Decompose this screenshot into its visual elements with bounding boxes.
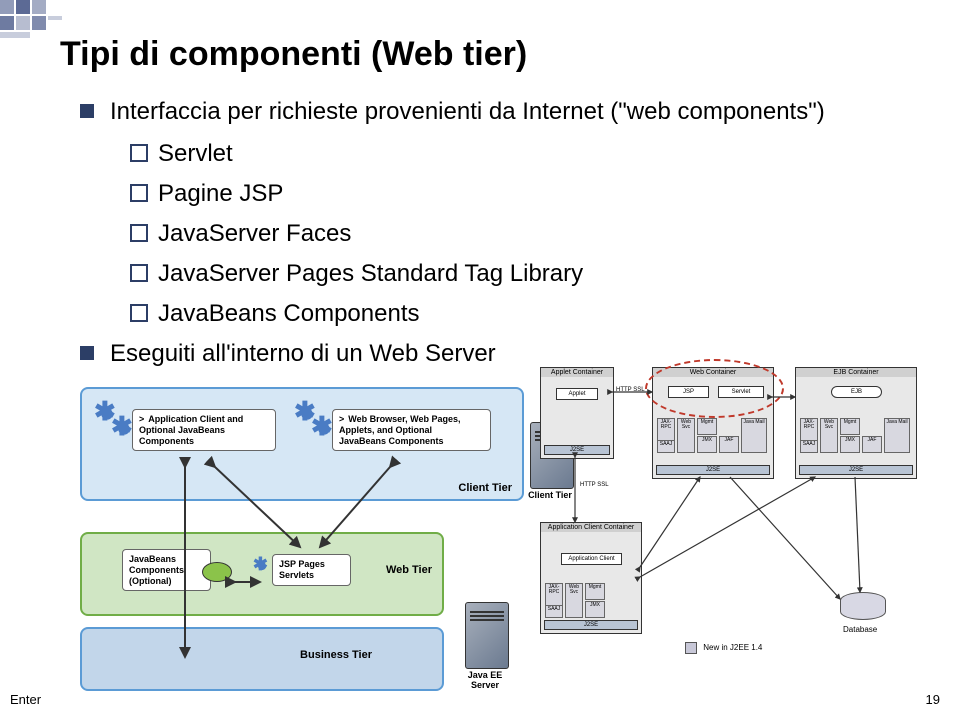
bullet-main-1: Interfaccia per richieste provenienti da… [80,94,920,130]
bullet-list: Interfaccia per richieste provenienti da… [80,94,920,372]
bullet-sub-1: Servlet [130,136,920,172]
arrow-icon [540,367,920,667]
corner-decoration [0,0,100,50]
diagram-area: > Application Client and Optional JavaBe… [60,387,920,717]
bullet-sub-2: Pagine JSP [130,176,920,212]
arrow-icon [70,387,590,707]
diagram-left: > Application Client and Optional JavaBe… [70,387,590,717]
page-title: Tipi di componenti (Web tier) [60,35,920,74]
diagram-right: Applet Container Applet J2SE Web Contain… [540,367,920,697]
bullet-sub-4: JavaServer Pages Standard Tag Library [130,256,920,292]
bullet-sub-5: JavaBeans Components [130,296,920,332]
footer-page-number: 19 [926,692,940,707]
bullet-sub-3: JavaServer Faces [130,216,920,252]
footer: Enter 19 [10,692,940,707]
footer-left: Enter [10,692,41,707]
